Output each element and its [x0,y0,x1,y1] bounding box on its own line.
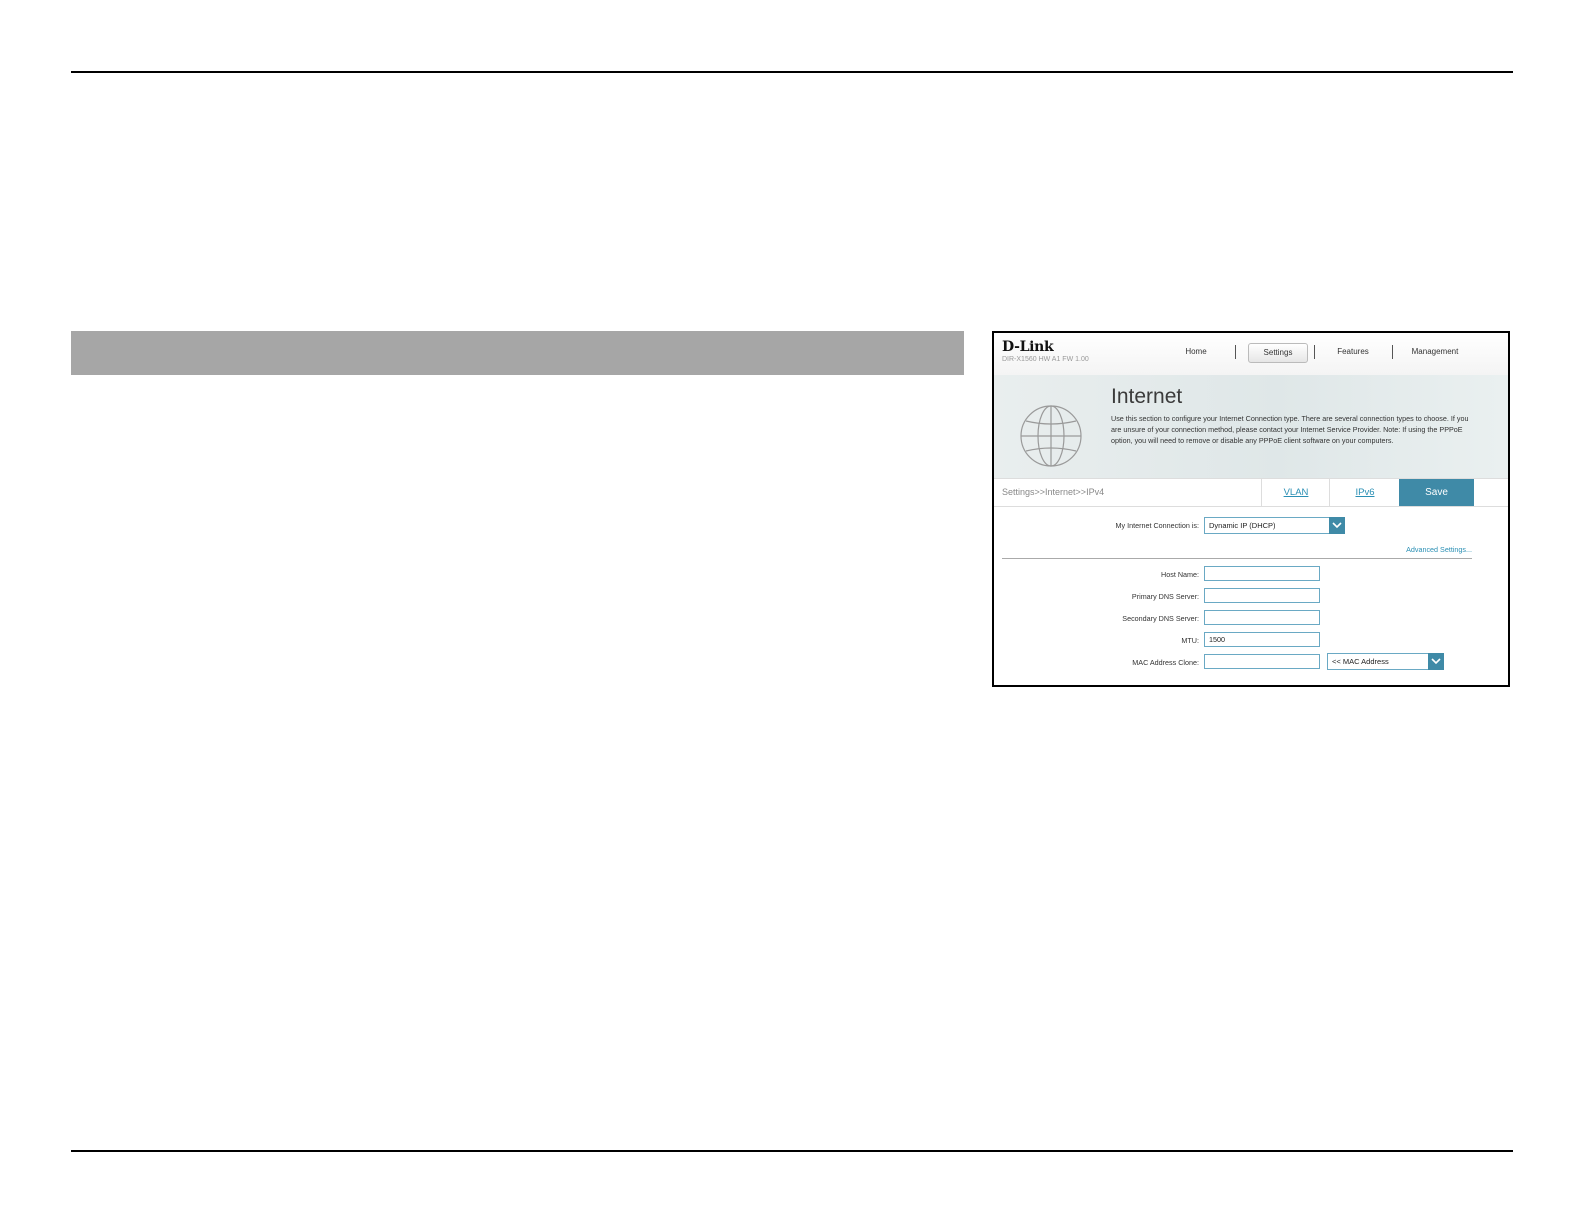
breadcrumb: Settings>>Internet>>IPv4 [1002,487,1105,497]
tab-vlan[interactable]: VLAN [1261,479,1330,506]
advanced-settings-link[interactable]: Advanced Settings... [1406,545,1472,554]
host-name-input[interactable] [1204,566,1320,581]
save-button[interactable]: Save [1399,479,1474,506]
router-header: D-Link DIR-X1560 HW A1 FW 1.00 Home Sett… [994,333,1508,376]
nav-settings[interactable]: Settings [1248,343,1308,363]
host-name-label: Host Name: [1161,570,1199,579]
router-screenshot: D-Link DIR-X1560 HW A1 FW 1.00 Home Sett… [992,331,1510,687]
mtu-input[interactable] [1204,632,1320,647]
nav-separator [1392,345,1393,359]
mac-address-select-value: << MAC Address [1332,657,1389,666]
nav-features[interactable]: Features [1324,343,1382,361]
sub-navigation: Settings>>Internet>>IPv4 VLAN IPv6 Save [994,478,1508,507]
nav-separator [1235,345,1236,359]
globe-icon [1020,405,1082,467]
mac-clone-label: MAC Address Clone: [1132,658,1199,667]
connection-type-select[interactable]: Dynamic IP (DHCP) [1204,517,1345,534]
dlink-logo: D-Link [1002,339,1054,355]
chevron-down-icon [1428,653,1444,670]
nav-separator [1314,345,1315,359]
page-title: Internet [1111,385,1183,408]
secondary-dns-input[interactable] [1204,610,1320,625]
chevron-down-icon [1329,517,1345,534]
top-rule [71,71,1513,73]
section-divider [1002,558,1472,559]
model-info: DIR-X1560 HW A1 FW 1.00 [1002,356,1089,363]
mtu-label: MTU: [1181,636,1199,645]
connection-type-label: My Internet Connection is: [1115,521,1200,530]
tab-ipv6[interactable]: IPv6 [1329,479,1400,506]
page-description: Use this section to configure your Inter… [1111,414,1469,445]
nav-management[interactable]: Management [1400,343,1470,361]
bottom-rule [71,1150,1513,1152]
mac-address-select[interactable]: << MAC Address [1327,653,1444,670]
secondary-dns-label: Secondary DNS Server: [1122,614,1199,623]
primary-dns-input[interactable] [1204,588,1320,603]
nav-home[interactable]: Home [1172,343,1220,361]
section-header-bar [71,331,964,375]
mac-clone-input[interactable] [1204,654,1320,669]
hero-section: Internet Use this section to configure y… [994,375,1508,478]
connection-type-value: Dynamic IP (DHCP) [1209,521,1276,530]
primary-dns-label: Primary DNS Server: [1131,592,1199,601]
